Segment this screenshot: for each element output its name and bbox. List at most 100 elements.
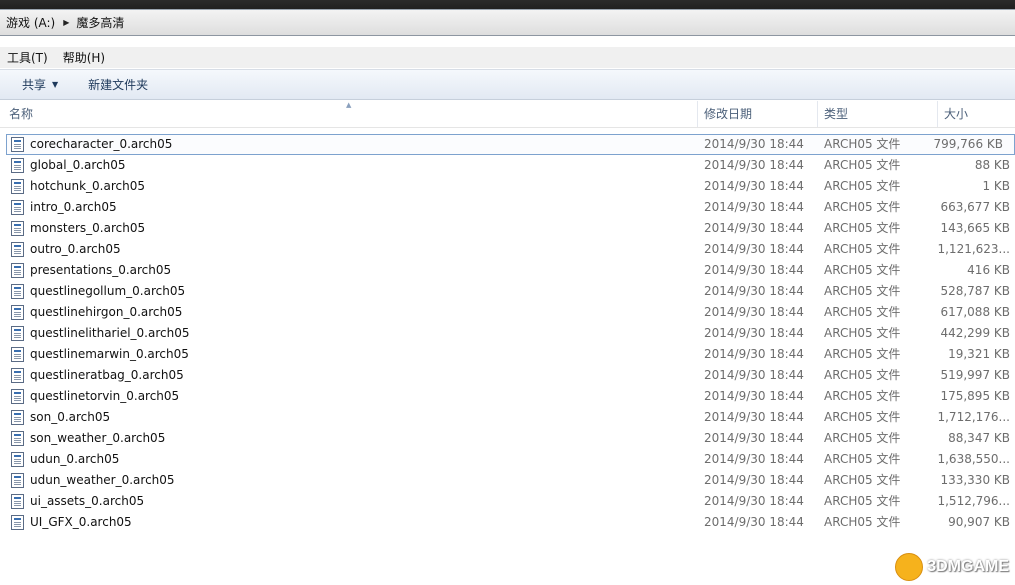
file-name-cell[interactable]: udun_weather_0.arch05 <box>11 470 175 491</box>
share-label: 共享 <box>22 78 47 92</box>
file-icon <box>11 326 24 341</box>
file-date: 2014/9/30 18:44 <box>704 473 804 487</box>
file-date: 2014/9/30 18:44 <box>704 158 804 172</box>
file-name-cell[interactable]: intro_0.arch05 <box>11 197 117 218</box>
file-date: 2014/9/30 18:44 <box>704 137 804 151</box>
column-header-date[interactable]: 修改日期 <box>698 101 818 127</box>
file-type: ARCH05 文件 <box>824 284 901 298</box>
file-size: 88,347 KB <box>948 431 1010 445</box>
file-type: ARCH05 文件 <box>824 200 901 214</box>
file-name-cell[interactable]: questlinemarwin_0.arch05 <box>11 344 189 365</box>
breadcrumb-folder[interactable]: 魔多高清 <box>76 14 124 31</box>
file-icon <box>11 284 24 299</box>
file-size: 1 KB <box>982 179 1010 193</box>
file-row[interactable]: hotchunk_0.arch05 2014/9/30 18:44 ARCH05 文… <box>0 176 1015 197</box>
file-row[interactable]: son_weather_0.arch05 2014/9/30 18:44 ARCH0… <box>0 428 1015 449</box>
file-row[interactable]: questlinegollum_0.arch05 2014/9/30 18:44 A… <box>0 281 1015 302</box>
file-date: 2014/9/30 18:44 <box>704 389 804 403</box>
file-row[interactable]: corecharacter_0.arch05 2014/9/30 18:44 ARC… <box>6 134 1015 155</box>
file-size: 442,299 KB <box>940 326 1010 340</box>
file-row[interactable]: questlinemarwin_0.arch05 2014/9/30 18:44 A… <box>0 344 1015 365</box>
file-size: 663,677 KB <box>940 200 1010 214</box>
file-name: questlinetorvin_0.arch05 <box>30 389 180 403</box>
file-row[interactable]: questlineratbag_0.arch05 2014/9/30 18:44 A… <box>0 365 1015 386</box>
file-name-cell[interactable]: UI_GFX_0.arch05 <box>11 512 132 533</box>
file-icon <box>11 494 24 509</box>
file-icon <box>11 305 24 320</box>
file-row[interactable]: udun_weather_0.arch05 2014/9/30 18:44 ARCH… <box>0 470 1015 491</box>
file-name: presentations_0.arch05 <box>30 263 172 277</box>
file-name-cell[interactable]: outro_0.arch05 <box>11 239 121 260</box>
file-date: 2014/9/30 18:44 <box>704 263 804 277</box>
file-name-cell[interactable]: hotchunk_0.arch05 <box>11 176 145 197</box>
file-name-cell[interactable]: questlinehirgon_0.arch05 <box>11 302 182 323</box>
file-date: 2014/9/30 18:44 <box>704 410 804 424</box>
file-type: ARCH05 文件 <box>824 326 901 340</box>
file-name-cell[interactable]: ui_assets_0.arch05 <box>11 491 144 512</box>
chevron-down-icon: ▼ <box>52 80 59 89</box>
file-name-cell[interactable]: questlineratbag_0.arch05 <box>11 365 184 386</box>
file-row[interactable]: intro_0.arch05 2014/9/30 18:44 ARCH05 文件 66… <box>0 197 1015 218</box>
file-icon <box>11 368 24 383</box>
file-row[interactable]: son_0.arch05 2014/9/30 18:44 ARCH05 文件 1,71… <box>0 407 1015 428</box>
share-button[interactable]: 共享 ▼ <box>0 70 68 99</box>
file-row[interactable]: udun_0.arch05 2014/9/30 18:44 ARCH05 文件 1,6… <box>0 449 1015 470</box>
file-name-cell[interactable]: monsters_0.arch05 <box>11 218 145 239</box>
menu-tools[interactable]: 工具(T) <box>0 49 56 66</box>
watermark: 3DMGAME <box>895 553 1009 581</box>
column-header-type[interactable]: 类型 <box>818 101 938 127</box>
file-name-cell[interactable]: udun_0.arch05 <box>11 449 119 470</box>
file-icon <box>11 158 24 173</box>
file-name-cell[interactable]: questlinetorvin_0.arch05 <box>11 386 179 407</box>
file-date: 2014/9/30 18:44 <box>704 368 804 382</box>
file-name-cell[interactable]: global_0.arch05 <box>11 155 126 176</box>
file-name: udun_0.arch05 <box>30 452 120 466</box>
file-row[interactable]: ui_assets_0.arch05 2014/9/30 18:44 ARCH05 … <box>0 491 1015 512</box>
column-headers: ▲ 名称 修改日期 类型 大小 <box>0 101 1015 128</box>
file-name: monsters_0.arch05 <box>30 221 146 235</box>
file-name: son_weather_0.arch05 <box>30 431 166 445</box>
file-name: questlinehirgon_0.arch05 <box>30 305 183 319</box>
file-size: 1,638,550... <box>937 452 1010 466</box>
file-type: ARCH05 文件 <box>824 473 901 487</box>
file-name: questlinegollum_0.arch05 <box>30 284 186 298</box>
file-type: ARCH05 文件 <box>824 158 901 172</box>
file-name-cell[interactable]: presentations_0.arch05 <box>11 260 171 281</box>
file-size: 1,121,623... <box>937 242 1010 256</box>
file-name-cell[interactable]: questlinegollum_0.arch05 <box>11 281 185 302</box>
breadcrumb-separator-icon[interactable]: ▶ <box>63 18 69 27</box>
file-date: 2014/9/30 18:44 <box>704 284 804 298</box>
column-header-size[interactable]: 大小 <box>938 101 1015 127</box>
file-size: 88 KB <box>974 158 1010 172</box>
file-icon <box>11 410 24 425</box>
file-name: udun_weather_0.arch05 <box>30 473 175 487</box>
file-date: 2014/9/30 18:44 <box>704 305 804 319</box>
column-header-name[interactable]: 名称 <box>3 101 698 127</box>
file-date: 2014/9/30 18:44 <box>704 326 804 340</box>
file-row[interactable]: outro_0.arch05 2014/9/30 18:44 ARCH05 文件 1,… <box>0 239 1015 260</box>
file-row[interactable]: monsters_0.arch05 2014/9/30 18:44 ARCH05 文… <box>0 218 1015 239</box>
file-type: ARCH05 文件 <box>824 515 901 529</box>
file-name-cell[interactable]: corecharacter_0.arch05 <box>11 134 172 155</box>
file-row[interactable]: questlinelithariel_0.arch05 2014/9/30 18:… <box>0 323 1015 344</box>
watermark-text: 3DMGAME <box>927 558 1009 575</box>
new-folder-button[interactable]: 新建文件夹 <box>78 70 158 99</box>
file-row[interactable]: global_0.arch05 2014/9/30 18:44 ARCH05 文件 8… <box>0 155 1015 176</box>
file-type: ARCH05 文件 <box>824 263 901 277</box>
file-row[interactable]: presentations_0.arch05 2014/9/30 18:44 ARC… <box>0 260 1015 281</box>
file-row[interactable]: questlinetorvin_0.arch05 2014/9/30 18:44 A… <box>0 386 1015 407</box>
file-row[interactable]: questlinehirgon_0.arch05 2014/9/30 18:44 A… <box>0 302 1015 323</box>
file-name: outro_0.arch05 <box>30 242 121 256</box>
file-name-cell[interactable]: son_weather_0.arch05 <box>11 428 165 449</box>
breadcrumb-drive[interactable]: 游戏 (A:) <box>6 14 55 31</box>
file-size: 416 KB <box>967 263 1010 277</box>
file-name-cell[interactable]: questlinelithariel_0.arch05 <box>11 323 189 344</box>
file-icon <box>11 452 24 467</box>
menu-help[interactable]: 帮助(H) <box>56 49 113 66</box>
file-icon <box>11 473 24 488</box>
file-type: ARCH05 文件 <box>824 410 901 424</box>
file-date: 2014/9/30 18:44 <box>704 221 804 235</box>
file-name-cell[interactable]: son_0.arch05 <box>11 407 110 428</box>
address-bar[interactable]: 游戏 (A:) ▶ 魔多高清 <box>0 9 1015 36</box>
file-row[interactable]: UI_GFX_0.arch05 2014/9/30 18:44 ARCH05 文件 9… <box>0 512 1015 533</box>
